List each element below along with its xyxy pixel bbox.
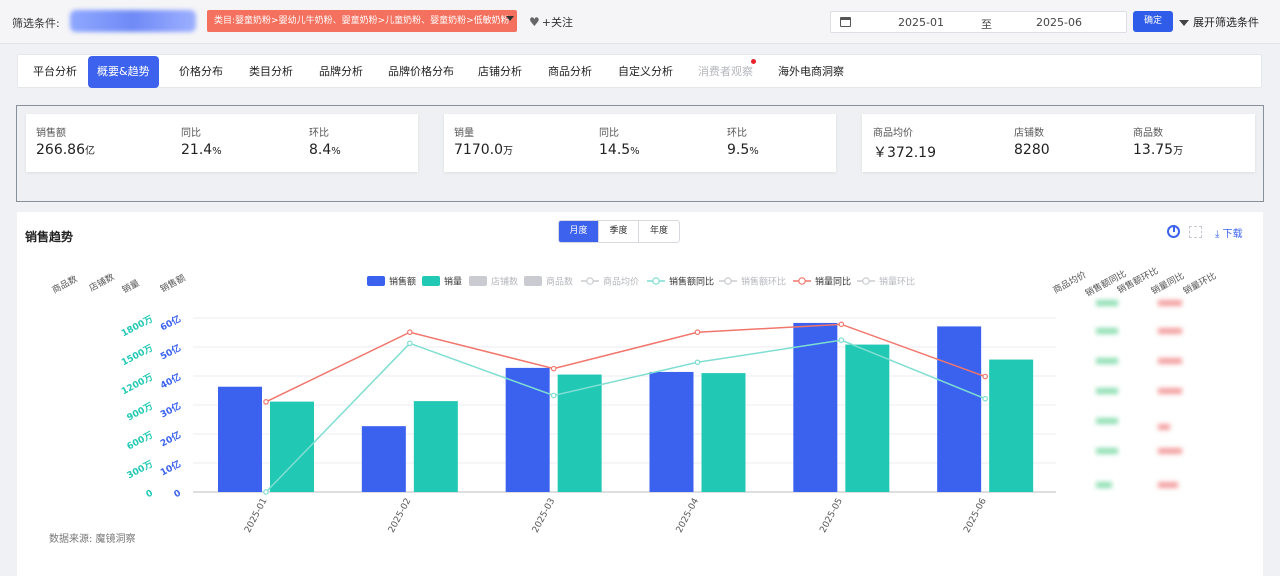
filter-icon [1179,20,1189,26]
period-switch: 月度 季度 年度 [558,220,680,243]
kpi-label: 销售额 [36,128,66,139]
kpi-unit: % [749,146,759,157]
kpi-value: ￥372.19 [873,145,936,161]
kpi-label: 环比 [727,128,747,139]
date-end[interactable]: 2025-06 [1036,16,1082,29]
category-tag[interactable]: 类目:婴童奶粉>婴幼儿牛奶粉、婴童奶粉>儿童奶粉、婴童奶粉>低敏奶粉 [207,10,517,32]
kpi-value: 266.86 [36,142,85,158]
kpi-unit: % [630,146,640,157]
filter-bar: 筛选条件: 类目:婴童奶粉>婴幼儿牛奶粉、婴童奶粉>儿童奶粉、婴童奶粉>低敏奶粉… [0,0,1280,44]
blurred-right-axis-red [1150,300,1190,503]
expand-filters-label: 展开筛选条件 [1193,16,1259,29]
kpi-value: 8280 [1014,142,1050,158]
kpi-value: 9.5 [727,142,750,158]
chevron-down-icon[interactable] [506,16,514,21]
kpi-sales-mom: 环比 8.4% [309,124,341,158]
follow-label: +关注 [541,16,573,29]
tab-platform[interactable]: 平台分析 [33,56,77,88]
kpi-unit: % [331,146,341,157]
tab-brand-price[interactable]: 品牌价格分布 [388,56,454,88]
tab-overview-trend[interactable]: 概要&趋势 [88,56,159,88]
kpi-value: 14.5 [599,142,631,158]
heart-icon: ♥ [529,15,540,29]
kpi-card-products: 商品均价 ￥372.19 店铺数 8280 商品数 13.75万 [862,114,1255,172]
kpi-unit: 万 [503,146,513,157]
tab-price-distribution[interactable]: 价格分布 [179,56,223,88]
confirm-button[interactable]: 确定 [1133,11,1173,32]
kpi-product-count: 商品数 13.75万 [1133,124,1183,158]
kpi-value: 7170.0 [454,142,503,158]
kpi-label: 同比 [181,128,201,139]
tab-shop[interactable]: 店铺分析 [478,56,522,88]
data-source: 数据来源: 魔镜洞察 [49,534,136,545]
kpi-sales-yoy: 同比 21.4% [181,124,222,158]
tab-product[interactable]: 商品分析 [548,56,592,88]
kpi-card-sales: 销售额 266.86亿 同比 21.4% 环比 8.4% [26,114,418,172]
notification-dot [751,59,756,64]
blurred-right-axis-green [1088,300,1128,503]
kpi-volume: 销量 7170.0万 [454,124,513,158]
kpi-volume-yoy: 同比 14.5% [599,124,640,158]
download-button[interactable]: ⤓ 下载 [1215,225,1243,240]
kpi-label: 同比 [599,128,619,139]
kpi-volume-mom: 环比 9.5% [727,124,759,158]
kpi-sales: 销售额 266.86亿 [36,124,95,158]
chart-title: 销售趋势 [25,230,74,244]
calendar-icon [840,17,851,27]
date-start[interactable]: 2025-01 [898,16,944,29]
blurred-filter-value[interactable] [70,10,196,32]
kpi-unit: % [212,146,222,157]
table-view-icon[interactable] [1189,226,1202,238]
analysis-tabs: 平台分析 概要&趋势 价格分布 类目分析 品牌分析 品牌价格分布 店铺分析 商品… [17,54,1262,88]
kpi-label: 商品数 [1133,128,1163,139]
date-range-picker[interactable]: 2025-01 至 2025-06 [830,11,1127,33]
filter-label: 筛选条件: [12,17,60,30]
kpi-label: 店铺数 [1014,128,1044,139]
kpi-panel: 销售额 266.86亿 同比 21.4% 环比 8.4% 销量 7170.0万 … [16,105,1264,202]
kpi-value: 8.4 [309,142,332,158]
tab-category[interactable]: 类目分析 [249,56,293,88]
download-label: 下载 [1222,229,1243,240]
kpi-unit: 亿 [85,146,95,157]
kpi-shop-count: 店铺数 8280 [1014,124,1050,158]
kpi-unit: 万 [1173,146,1184,157]
kpi-label: 销量 [454,128,474,139]
tab-overseas[interactable]: 海外电商洞察 [778,56,844,88]
period-yearly[interactable]: 年度 [639,221,679,242]
kpi-label: 商品均价 [873,128,913,139]
period-quarterly[interactable]: 季度 [599,221,639,242]
expand-filters-button[interactable]: 展开筛选条件 [1179,14,1259,30]
period-monthly[interactable]: 月度 [559,221,599,242]
tab-brand[interactable]: 品牌分析 [319,56,363,88]
kpi-value: 21.4 [181,142,213,158]
kpi-label: 环比 [309,128,329,139]
tab-custom[interactable]: 自定义分析 [618,56,673,88]
chart-view-icon[interactable] [1167,225,1180,238]
date-separator: 至 [981,18,992,31]
kpi-avg-price: 商品均价 ￥372.19 [873,124,936,162]
download-icon: ⤓ [1215,229,1223,240]
follow-button[interactable]: ♥ +关注 [529,14,573,30]
kpi-value: 13.75 [1133,142,1174,158]
sales-trend-panel: 销售趋势 月度 季度 年度 ⤓ 下载 数据来源: 魔镜洞察 [17,212,1263,576]
tab-consumer[interactable]: 消费者观察 [698,56,753,88]
kpi-card-volume: 销量 7170.0万 同比 14.5% 环比 9.5% [444,114,836,172]
